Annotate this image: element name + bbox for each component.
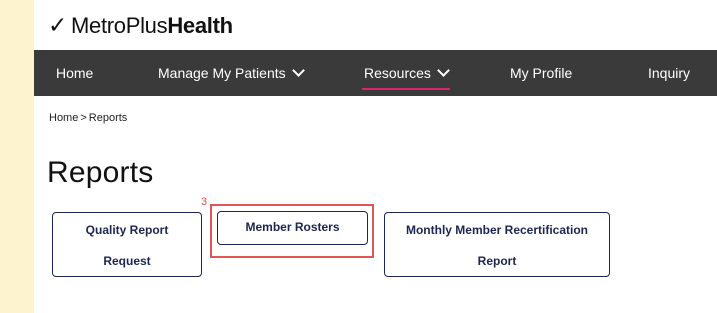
quality-report-label-line1: Quality Report [85, 223, 169, 237]
breadcrumb-current: Reports [88, 112, 128, 124]
chevron-down-icon [291, 64, 305, 77]
breadcrumb-separator: > [80, 112, 87, 124]
logo-text-light: MetroPlus [70, 13, 168, 38]
nav-home-label: Home [56, 65, 94, 81]
nav-resources-label: Resources [364, 65, 431, 81]
monthly-member-recertification-report-button[interactable]: Monthly Member Recertification Report [384, 212, 610, 277]
nav-item-resources[interactable]: Resources [362, 50, 450, 96]
metroplus-logo[interactable]: ✓ MetroPlus Health [48, 10, 233, 42]
breadcrumb-home-link[interactable]: Home [49, 112, 78, 124]
breadcrumb: Home > Reports [48, 112, 128, 124]
checkmark-icon: ✓ [48, 13, 67, 39]
quality-report-request-button[interactable]: Quality Report Request [52, 212, 202, 277]
nav-item-inquiry[interactable]: Inquiry [648, 50, 690, 96]
nav-item-my-profile[interactable]: My Profile [510, 50, 572, 96]
nav-inquiry-label: Inquiry [648, 65, 691, 81]
recertification-label-line1: Monthly Member Recertification [405, 223, 589, 237]
main-nav: Home Manage My Patients Resources My Pro… [34, 50, 717, 96]
nav-manage-label: Manage My Patients [158, 65, 286, 81]
logo-text-bold: Health [167, 13, 233, 38]
nav-profile-label: My Profile [510, 65, 573, 81]
recertification-label-line2: Report [477, 254, 517, 268]
page-title: Reports [47, 156, 154, 189]
quality-report-label-line2: Request [103, 254, 151, 268]
annotation-marker: 3 [201, 196, 208, 208]
nav-item-home[interactable]: Home [56, 50, 93, 96]
chevron-down-icon [437, 64, 450, 77]
page: ✓ MetroPlus Health Home Manage My Patien… [34, 0, 717, 313]
annotation-highlight-box [210, 204, 374, 258]
nav-item-manage-my-patients[interactable]: Manage My Patients [158, 50, 305, 96]
